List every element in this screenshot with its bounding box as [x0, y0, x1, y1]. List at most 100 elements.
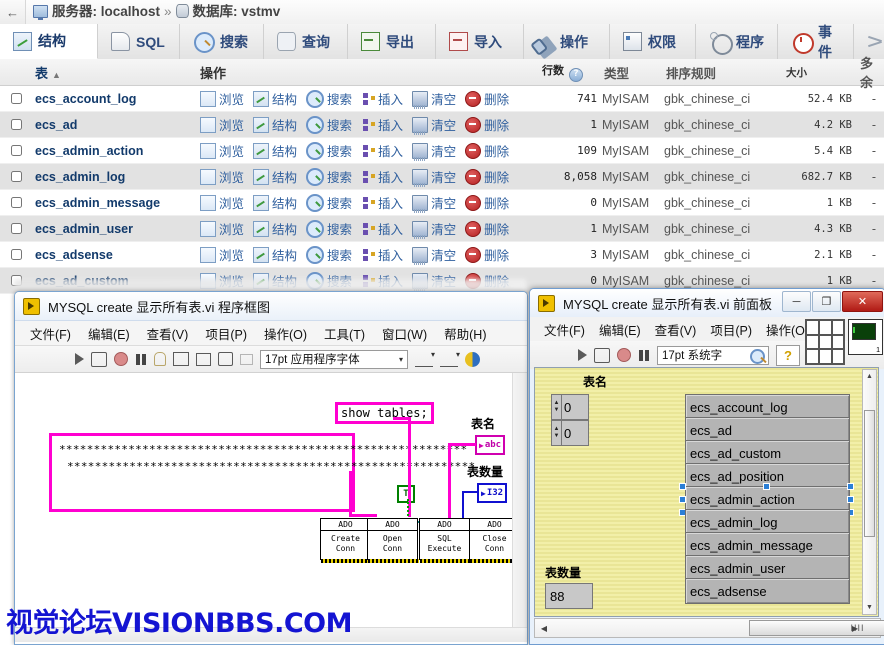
labview-block-diagram-window[interactable]: MYSQL create 显示所有表.vi 程序框图 文件(F) 编辑(E) 查… [14, 291, 528, 645]
menu-project[interactable]: 项目(P) [704, 318, 758, 341]
help-icon[interactable]: ? [776, 345, 800, 366]
selection-handle[interactable] [679, 483, 686, 490]
selection-handle[interactable] [847, 483, 854, 490]
tab-structure[interactable]: 结构 [0, 24, 98, 59]
reorder-icon[interactable] [465, 352, 480, 367]
tab-events[interactable]: 事件 [778, 24, 854, 59]
close-button[interactable]: ✕ [842, 291, 883, 312]
action-drop[interactable]: 删除 [465, 167, 509, 186]
run-icon[interactable] [578, 349, 587, 361]
front-panel-title-bar[interactable]: MYSQL create 显示所有表.vi 前面板 ─ ❐ ✕ [530, 289, 884, 317]
table-name-link[interactable]: ecs_ad [33, 118, 200, 132]
action-drop[interactable]: 删除 [465, 89, 509, 108]
ado-sql-execute-node[interactable]: ADO SQLExecute [419, 518, 470, 560]
row-checkbox[interactable] [11, 197, 22, 208]
highlight-execution-icon[interactable] [154, 352, 166, 366]
menu-edit[interactable]: 编辑(E) [81, 322, 137, 345]
action-drop[interactable]: 删除 [465, 219, 509, 238]
tab-privileges[interactable]: 权限 [610, 24, 696, 59]
menu-help[interactable]: 帮助(H) [437, 322, 493, 345]
action-insert[interactable]: 插入 [361, 115, 403, 134]
table-name-link[interactable]: ecs_admin_action [33, 144, 200, 158]
distribute-objects-icon[interactable] [440, 352, 458, 367]
sql-string-constant[interactable]: show tables; [335, 402, 434, 424]
block-diagram-vertical-scrollbar[interactable] [512, 373, 527, 642]
menu-view[interactable]: 查看(V) [649, 318, 703, 341]
tab-export[interactable]: 导出 [348, 24, 436, 59]
menu-window[interactable]: 窗口(W) [375, 322, 434, 345]
run-continuously-icon[interactable] [594, 348, 610, 363]
abort-icon[interactable] [114, 352, 128, 366]
row-checkbox-cell[interactable] [0, 197, 33, 208]
terminal-i32[interactable]: ▶I32 [477, 483, 507, 503]
action-structure[interactable]: 结构 [253, 141, 297, 160]
abort-icon[interactable] [617, 348, 631, 362]
action-insert[interactable]: 插入 [361, 167, 403, 186]
menu-edit[interactable]: 编辑(E) [593, 318, 647, 341]
action-search[interactable]: 搜索 [306, 115, 352, 134]
array-index-1[interactable]: ▲▼ 0 [551, 394, 589, 420]
front-panel-vertical-scrollbar[interactable]: ▲ ▼ [862, 369, 877, 615]
action-empty[interactable]: 清空 [412, 141, 456, 160]
tab-operations[interactable]: 操作 [524, 24, 610, 59]
row-checkbox[interactable] [11, 119, 22, 130]
table-name-link[interactable]: ecs_admin_log [33, 170, 200, 184]
menu-tools[interactable]: 工具(T) [317, 322, 372, 345]
front-panel-horizontal-scrollbar[interactable]: ◀ IIII ▶ [534, 618, 881, 638]
action-drop[interactable]: 删除 [465, 141, 509, 160]
tab-search[interactable]: 搜索 [180, 24, 264, 59]
row-checkbox-cell[interactable] [0, 223, 33, 234]
action-structure[interactable]: 结构 [253, 89, 297, 108]
boolean-true-constant[interactable]: T [397, 485, 415, 503]
retain-wire-values-icon[interactable] [173, 352, 189, 366]
action-insert[interactable]: 插入 [361, 193, 403, 212]
action-search[interactable]: 搜索 [306, 219, 352, 238]
run-continuously-icon[interactable] [91, 352, 107, 367]
row-checkbox-cell[interactable] [0, 119, 33, 130]
table-name-link[interactable]: ecs_admin_user [33, 222, 200, 236]
spinner-arrows-icon[interactable]: ▲▼ [552, 421, 562, 445]
pause-icon[interactable] [638, 349, 650, 361]
action-browse[interactable]: 浏览 [200, 167, 244, 186]
action-empty[interactable]: 清空 [412, 193, 456, 212]
scroll-down-icon[interactable]: ▼ [863, 601, 876, 614]
font-selector[interactable]: 17pt 应用程序字体 ▾ [260, 350, 408, 369]
row-checkbox[interactable] [11, 145, 22, 156]
action-browse[interactable]: 浏览 [200, 219, 244, 238]
font-selector[interactable]: 17pt 系统字 [657, 346, 769, 365]
action-drop[interactable]: 删除 [465, 115, 509, 134]
menu-view[interactable]: 查看(V) [140, 322, 196, 345]
action-drop[interactable]: 删除 [465, 245, 509, 264]
action-search[interactable]: 搜索 [306, 245, 352, 264]
step-over-icon[interactable] [218, 352, 233, 366]
ado-open-connection-node[interactable]: ADO OpenConn [367, 518, 418, 560]
action-browse[interactable]: 浏览 [200, 115, 244, 134]
breadcrumb-database[interactable]: 数据库: vstmv [193, 4, 281, 19]
tab-sql[interactable]: SQL [98, 24, 180, 59]
action-insert[interactable]: 插入 [361, 219, 403, 238]
scroll-right-icon[interactable]: ▶ [846, 619, 864, 637]
table-name-link[interactable]: ecs_adsense [33, 248, 200, 262]
action-empty[interactable]: 清空 [412, 245, 456, 264]
selection-handle[interactable] [679, 496, 686, 503]
action-insert[interactable]: 插入 [361, 141, 403, 160]
terminal-string-array[interactable]: ▶abc [475, 435, 505, 455]
action-insert[interactable]: 插入 [361, 89, 403, 108]
row-checkbox[interactable] [11, 249, 22, 260]
connector-pane[interactable]: 1 [805, 319, 883, 367]
scrollbar-thumb[interactable] [864, 410, 875, 537]
back-button[interactable]: ← [0, 0, 26, 24]
spinner-arrows-icon[interactable]: ▲▼ [552, 395, 562, 419]
row-checkbox-cell[interactable] [0, 249, 33, 260]
action-structure[interactable]: 结构 [253, 115, 297, 134]
help-icon[interactable]: ? [569, 68, 583, 82]
header-name[interactable]: 表▲ [33, 63, 200, 82]
row-checkbox-cell[interactable] [0, 93, 33, 104]
row-checkbox[interactable] [11, 223, 22, 234]
maximize-button[interactable]: ❐ [812, 291, 841, 312]
action-empty[interactable]: 清空 [412, 89, 456, 108]
ado-create-connection-node[interactable]: ADO CreateConn [320, 518, 371, 560]
action-browse[interactable]: 浏览 [200, 89, 244, 108]
action-structure[interactable]: 结构 [253, 245, 297, 264]
row-checkbox[interactable] [11, 93, 22, 104]
